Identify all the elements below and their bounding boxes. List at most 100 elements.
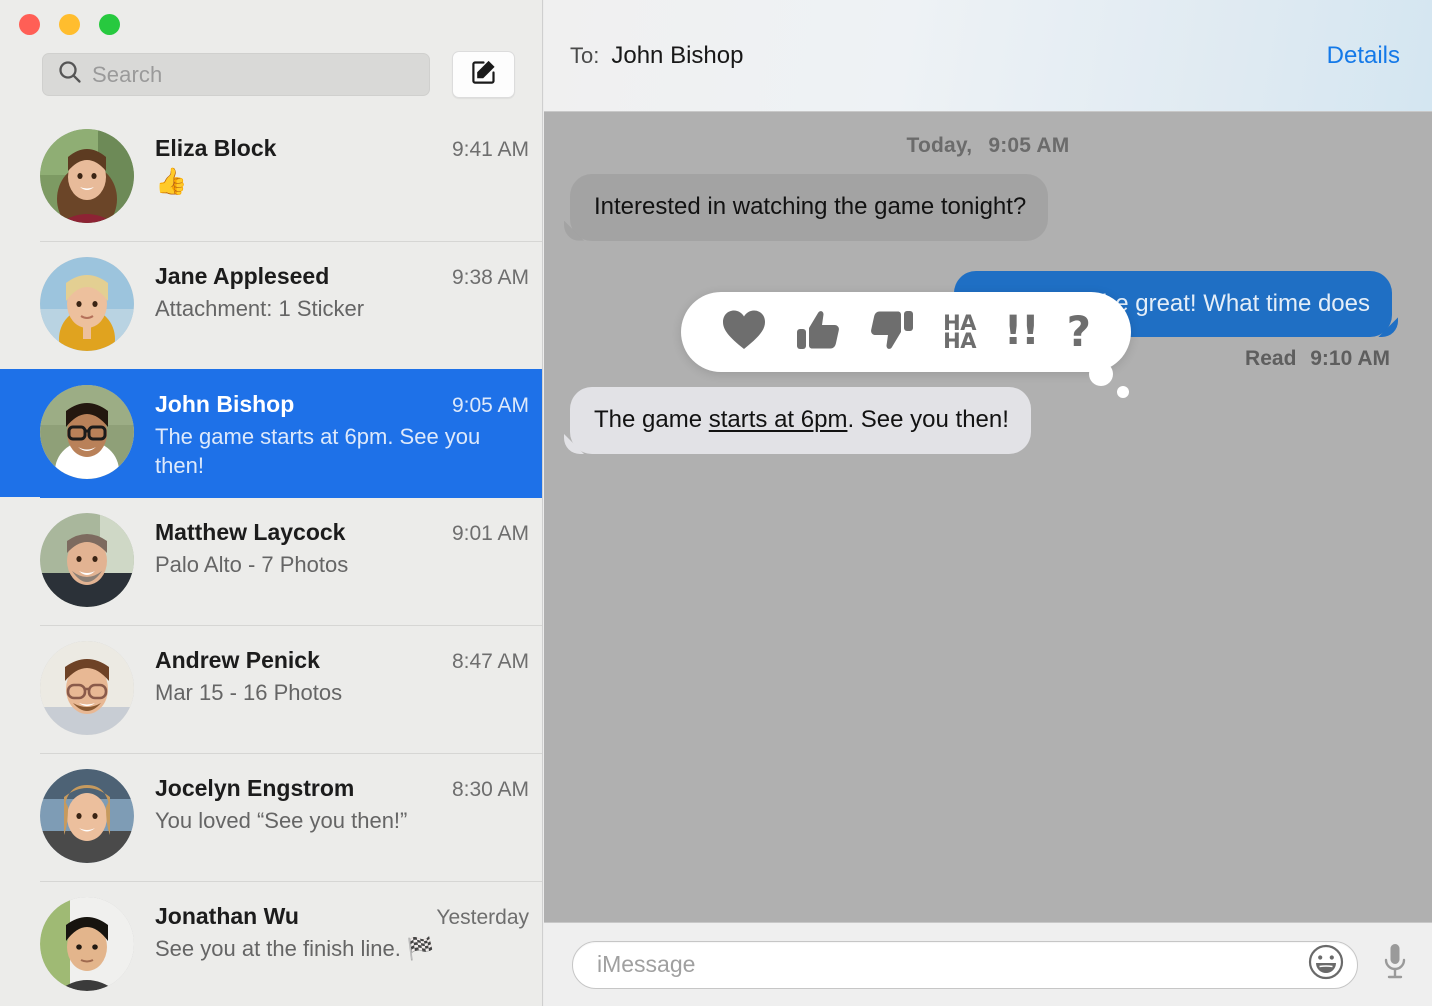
tapback-tail-dot-large xyxy=(1089,362,1113,386)
conversation-name: Eliza Block xyxy=(155,135,276,162)
conversation-preview: Palo Alto - 7 Photos xyxy=(155,550,529,579)
conversation-time: 9:05 AM xyxy=(452,394,529,418)
receipt-label: Read xyxy=(1245,347,1296,370)
compose-button[interactable] xyxy=(452,51,515,98)
avatar xyxy=(40,385,134,479)
conversation-header-line: John Bishop 9:05 AM xyxy=(155,391,529,418)
search-placeholder: Search xyxy=(92,62,162,88)
conversation-row-john-bishop[interactable]: John Bishop 9:05 AM The game starts at 6… xyxy=(0,369,543,497)
conversation-name: Jocelyn Engstrom xyxy=(155,775,354,802)
compose-icon xyxy=(469,57,499,92)
smiley-face-icon[interactable] xyxy=(1307,943,1345,986)
message-data-detector-link[interactable]: starts at 6pm xyxy=(709,406,848,433)
conversation-name: Matthew Laycock xyxy=(155,519,345,546)
conversation-preview: See you at the finish line. 🏁 xyxy=(155,934,529,963)
receipt-time: 9:10 AM xyxy=(1310,347,1390,370)
tapback-option-haha[interactable]: HA HA xyxy=(943,314,976,351)
avatar xyxy=(40,129,134,223)
search-input[interactable]: Search xyxy=(42,53,430,96)
thumbs-down-icon xyxy=(869,307,915,358)
conversation-row-jonathan-wu[interactable]: Jonathan Wu Yesterday See you at the fin… xyxy=(0,881,543,1006)
conversation-name: Jane Appleseed xyxy=(155,263,329,290)
conversation-preview: Attachment: 1 Sticker xyxy=(155,294,529,323)
conversation-name: Jonathan Wu xyxy=(155,903,299,930)
recipient-name[interactable]: John Bishop xyxy=(611,42,743,70)
conversation-time: Yesterday xyxy=(436,906,529,930)
message-text-before: The game xyxy=(594,406,709,433)
message-text-after: . See you then! xyxy=(847,406,1008,433)
conversation-body: Eliza Block 9:41 AM 👍 xyxy=(134,129,529,225)
conversation-body: Matthew Laycock 9:01 AM Palo Alto - 7 Ph… xyxy=(134,513,529,609)
tapback-tail-dot-small xyxy=(1117,386,1129,398)
conversation-name: John Bishop xyxy=(155,391,294,418)
window-controls xyxy=(19,14,120,35)
conversation-time: 8:47 AM xyxy=(452,650,529,674)
conversation-header-line: Andrew Penick 8:47 AM xyxy=(155,647,529,674)
tapback-option-question[interactable]: ? xyxy=(1067,314,1091,351)
message-input-bar: iMessage xyxy=(544,922,1432,1006)
conversation-list[interactable]: Eliza Block 9:41 AM 👍 xyxy=(0,113,543,1006)
to-label: To: xyxy=(570,43,599,69)
conversation-header-line: Matthew Laycock 9:01 AM xyxy=(155,519,529,546)
timestamp-day: Today, xyxy=(907,134,973,157)
conversation-row-eliza-block[interactable]: Eliza Block 9:41 AM 👍 xyxy=(0,113,543,241)
maximize-window-button[interactable] xyxy=(99,14,120,35)
tapback-option-love[interactable] xyxy=(721,308,767,357)
messages-area[interactable]: Today, 9:05 AM Interested in watching th… xyxy=(544,112,1432,922)
conversation-header-line: Jane Appleseed 9:38 AM xyxy=(155,263,529,290)
avatar xyxy=(40,513,134,607)
avatar xyxy=(40,257,134,351)
avatar xyxy=(40,641,134,735)
conversation-pane: To: John Bishop Details Today, 9:05 AM I… xyxy=(544,0,1432,1006)
minimize-window-button[interactable] xyxy=(59,14,80,35)
conversation-header-line: Jocelyn Engstrom 8:30 AM xyxy=(155,775,529,802)
conversation-preview: The game starts at 6pm. See you then! xyxy=(155,422,529,481)
haha-line-2: HA xyxy=(943,329,976,353)
conversation-preview: Mar 15 - 16 Photos xyxy=(155,678,529,707)
message-bubble-incoming[interactable]: Interested in watching the game tonight? xyxy=(570,174,1048,241)
thumbs-up-icon xyxy=(795,307,841,358)
conversation-row-andrew-penick[interactable]: Andrew Penick 8:47 AM Mar 15 - 16 Photos xyxy=(0,625,543,753)
search-icon xyxy=(57,59,83,90)
tapback-picker-popup[interactable]: HA HA !! ? xyxy=(681,292,1131,372)
conversation-body: Jane Appleseed 9:38 AM Attachment: 1 Sti… xyxy=(134,257,529,353)
conversation-header-line: Eliza Block 9:41 AM xyxy=(155,135,529,162)
conversation-preview: You loved “See you then!” xyxy=(155,806,529,835)
conversation-row-jane-appleseed[interactable]: Jane Appleseed 9:38 AM Attachment: 1 Sti… xyxy=(0,241,543,369)
avatar xyxy=(40,769,134,863)
conversation-header: To: John Bishop Details xyxy=(544,0,1432,112)
message-timestamp-divider: Today, 9:05 AM xyxy=(544,112,1432,158)
conversation-row-matthew-laycock[interactable]: Matthew Laycock 9:01 AM Palo Alto - 7 Ph… xyxy=(0,497,543,625)
conversation-preview: 👍 xyxy=(155,166,529,197)
conversation-time: 9:41 AM xyxy=(452,138,529,162)
heart-icon xyxy=(721,308,767,357)
timestamp-time: 9:05 AM xyxy=(988,134,1069,157)
close-window-button[interactable] xyxy=(19,14,40,35)
details-button[interactable]: Details xyxy=(1327,42,1400,70)
search-row: Search xyxy=(0,53,543,99)
tapback-option-exclamation[interactable]: !! xyxy=(1004,314,1038,349)
message-bubble-incoming[interactable]: The game starts at 6pm. See you then! xyxy=(570,387,1031,454)
conversation-body: Jocelyn Engstrom 8:30 AM You loved “See … xyxy=(134,769,529,865)
conversation-row-jocelyn-engstrom[interactable]: Jocelyn Engstrom 8:30 AM You loved “See … xyxy=(0,753,543,881)
microphone-icon[interactable] xyxy=(1380,941,1410,988)
message-row: Interested in watching the game tonight? xyxy=(544,174,1432,241)
imessage-placeholder: iMessage xyxy=(597,951,1307,978)
exclamation-icon: !! xyxy=(1004,314,1038,349)
conversation-time: 8:30 AM xyxy=(452,778,529,802)
messages-window: Search xyxy=(0,0,1432,1006)
avatar xyxy=(40,897,134,991)
message-row: The game starts at 6pm. See you then! xyxy=(544,387,1432,454)
conversation-body: John Bishop 9:05 AM The game starts at 6… xyxy=(134,385,529,481)
conversation-body: Andrew Penick 8:47 AM Mar 15 - 16 Photos xyxy=(134,641,529,737)
conversation-name: Andrew Penick xyxy=(155,647,320,674)
question-icon: ? xyxy=(1067,314,1091,351)
tapback-option-dislike[interactable] xyxy=(869,307,915,358)
imessage-input[interactable]: iMessage xyxy=(572,941,1358,989)
conversation-time: 9:38 AM xyxy=(452,266,529,290)
tapback-option-like[interactable] xyxy=(795,307,841,358)
sidebar: Search xyxy=(0,0,543,1006)
haha-icon: HA HA xyxy=(943,314,976,351)
conversation-header-line: Jonathan Wu Yesterday xyxy=(155,903,529,930)
conversation-time: 9:01 AM xyxy=(452,522,529,546)
